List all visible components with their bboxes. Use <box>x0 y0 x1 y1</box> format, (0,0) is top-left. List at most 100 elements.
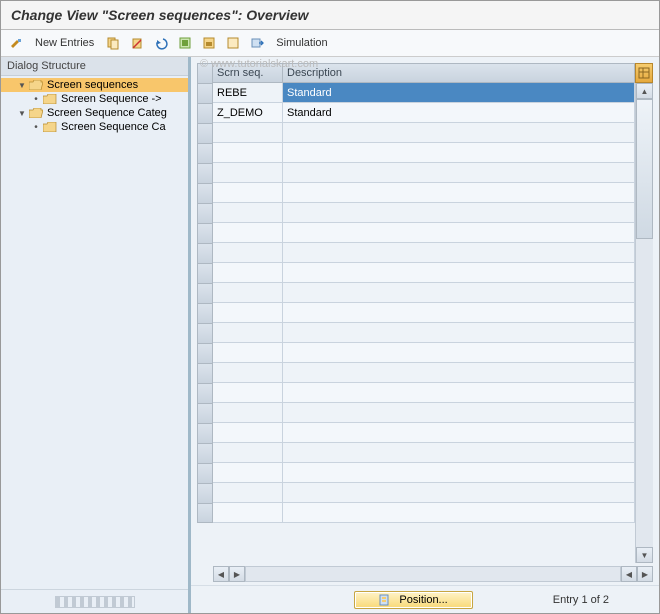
row-header[interactable] <box>197 383 213 403</box>
table-row[interactable] <box>213 303 653 323</box>
select-block-icon[interactable] <box>200 34 218 52</box>
row-header[interactable] <box>197 483 213 503</box>
position-button[interactable]: Position... <box>354 591 472 609</box>
table-cell[interactable] <box>213 343 283 363</box>
table-cell[interactable] <box>213 143 283 163</box>
tree-item[interactable]: ▼Screen Sequence Categ <box>1 106 188 120</box>
row-header[interactable] <box>197 323 213 343</box>
configure-icon[interactable] <box>248 34 266 52</box>
table-row[interactable] <box>213 243 653 263</box>
table-row[interactable] <box>213 323 653 343</box>
row-header[interactable] <box>197 463 213 483</box>
delete-icon[interactable] <box>128 34 146 52</box>
new-entries-button[interactable]: New Entries <box>31 37 98 49</box>
table-cell[interactable] <box>283 283 635 303</box>
table-cell[interactable] <box>213 423 283 443</box>
table-cell[interactable] <box>213 223 283 243</box>
row-header[interactable] <box>197 243 213 263</box>
select-all-icon[interactable] <box>176 34 194 52</box>
scroll-right-icon[interactable]: ◀ <box>621 566 637 582</box>
table-cell[interactable]: Z_DEMO <box>213 103 283 123</box>
row-header[interactable] <box>197 503 213 523</box>
panel-resize-handle[interactable] <box>1 589 188 613</box>
table-row[interactable] <box>213 343 653 363</box>
table-row[interactable] <box>213 503 653 523</box>
table-cell[interactable] <box>213 123 283 143</box>
row-header[interactable] <box>197 163 213 183</box>
tree-item[interactable]: •Screen Sequence -> <box>1 92 188 106</box>
table-row[interactable] <box>213 463 653 483</box>
simulation-button[interactable]: Simulation <box>272 37 331 49</box>
scroll-up-icon[interactable]: ▲ <box>636 83 653 99</box>
copy-icon[interactable] <box>104 34 122 52</box>
table-cell[interactable] <box>213 383 283 403</box>
table-row[interactable] <box>213 263 653 283</box>
table-row[interactable] <box>213 483 653 503</box>
vertical-scrollbar[interactable]: ▲ ▼ <box>635 83 653 563</box>
table-cell[interactable] <box>283 263 635 283</box>
table-cell[interactable] <box>213 483 283 503</box>
table-cell[interactable] <box>213 283 283 303</box>
table-cell[interactable] <box>213 183 283 203</box>
horizontal-scrollbar[interactable] <box>245 566 621 582</box>
table-cell[interactable] <box>283 343 635 363</box>
table-settings-icon[interactable] <box>635 63 653 83</box>
table-row[interactable] <box>213 183 653 203</box>
table-row[interactable]: REBEStandard <box>213 83 653 103</box>
table-row[interactable] <box>213 143 653 163</box>
table-cell[interactable] <box>213 163 283 183</box>
table-cell[interactable] <box>213 363 283 383</box>
table-cell[interactable] <box>283 403 635 423</box>
scrollbar-thumb[interactable] <box>636 99 653 239</box>
row-header[interactable] <box>197 183 213 203</box>
row-header[interactable] <box>197 103 213 123</box>
row-header[interactable] <box>197 263 213 283</box>
table-cell[interactable] <box>283 143 635 163</box>
table-row[interactable]: Z_DEMOStandard <box>213 103 653 123</box>
table-row[interactable] <box>213 223 653 243</box>
table-cell[interactable] <box>283 223 635 243</box>
table-cell[interactable] <box>283 383 635 403</box>
chevron-down-icon[interactable]: ▼ <box>17 81 27 90</box>
scroll-last-icon[interactable]: ▶ <box>637 566 653 582</box>
row-header[interactable] <box>197 223 213 243</box>
table-row[interactable] <box>213 423 653 443</box>
table-cell[interactable] <box>213 323 283 343</box>
table-cell[interactable] <box>213 443 283 463</box>
row-header[interactable] <box>197 423 213 443</box>
table-cell[interactable]: REBE <box>213 83 283 103</box>
row-header[interactable] <box>197 363 213 383</box>
table-cell[interactable] <box>283 363 635 383</box>
table-cell[interactable] <box>213 403 283 423</box>
tree-item[interactable]: •Screen Sequence Ca <box>1 120 188 134</box>
table-cell[interactable] <box>283 243 635 263</box>
table-cell[interactable] <box>283 423 635 443</box>
chevron-down-icon[interactable]: ▼ <box>17 109 27 118</box>
table-row[interactable] <box>213 123 653 143</box>
table-row[interactable] <box>213 203 653 223</box>
table-row[interactable] <box>213 283 653 303</box>
table-cell[interactable] <box>213 203 283 223</box>
row-header[interactable] <box>197 123 213 143</box>
row-header[interactable] <box>197 443 213 463</box>
table-cell[interactable] <box>283 183 635 203</box>
table-cell[interactable] <box>213 303 283 323</box>
table-cell[interactable] <box>283 483 635 503</box>
row-header[interactable] <box>197 203 213 223</box>
bullet-icon[interactable]: • <box>31 122 41 133</box>
table-row[interactable] <box>213 363 653 383</box>
scroll-left-icon[interactable]: ▶ <box>229 566 245 582</box>
table-cell[interactable] <box>283 463 635 483</box>
table-cell[interactable] <box>283 503 635 523</box>
table-cell[interactable]: Standard <box>283 103 635 123</box>
table-cell[interactable] <box>283 123 635 143</box>
row-header[interactable] <box>197 343 213 363</box>
table-cell[interactable] <box>213 243 283 263</box>
scroll-down-icon[interactable]: ▼ <box>636 547 653 563</box>
bullet-icon[interactable]: • <box>31 94 41 105</box>
row-header[interactable] <box>197 143 213 163</box>
row-header[interactable] <box>197 283 213 303</box>
undo-icon[interactable] <box>152 34 170 52</box>
column-header[interactable]: Description <box>283 63 635 83</box>
deselect-all-icon[interactable] <box>224 34 242 52</box>
